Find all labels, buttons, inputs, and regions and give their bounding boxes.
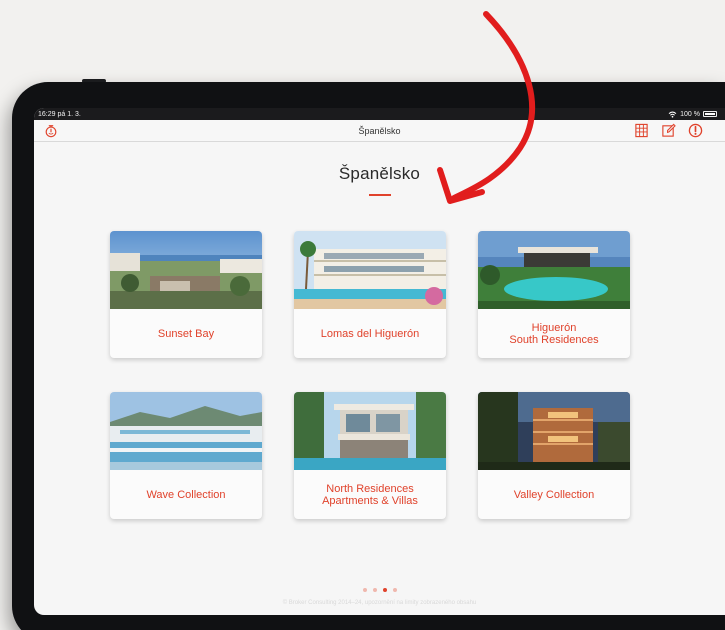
card-label: Wave Collection [146,488,226,501]
page-dot-active[interactable] [382,588,387,592]
card-image [294,392,446,470]
card-wave-collection[interactable]: Wave Collection [110,392,262,519]
card-label: Sunset Bay [157,327,215,340]
page-dot[interactable] [362,588,367,592]
grid-icon[interactable] [634,123,649,138]
card-image [478,231,630,309]
card-higueron-south-residences[interactable]: Higuerón South Residences [478,231,630,358]
card-image [110,392,262,470]
card-north-residences[interactable]: North Residences Apartments & Villas [294,392,446,519]
page-indicator[interactable] [34,588,725,592]
card-label: Valley Collection [513,488,595,501]
battery-label: 100 % [680,110,700,118]
title-underline [368,194,391,196]
wifi-icon [668,111,677,118]
card-lomas-del-higueron[interactable]: Lomas del Higuerón [294,231,446,358]
page-dot[interactable] [372,588,377,592]
page-title: Španělsko [338,164,421,183]
navigation-bar: Španělsko [34,120,725,142]
page-dot[interactable] [392,588,397,592]
footer-copyright[interactable]: © Broker Consulting 2014–24, upozornění … [34,600,725,606]
card-valley-collection[interactable]: Valley Collection [478,392,630,519]
battery-icon [703,111,717,117]
card-label: Higuerón South Residences [509,321,599,346]
status-time: 16:29 pá 1. 3. [38,110,81,118]
nav-title: Španělsko [358,125,401,136]
edit-icon[interactable] [661,123,676,138]
card-image [294,231,446,309]
card-image [110,231,262,309]
card-label: North Residences Apartments & Villas [322,482,418,507]
alert-icon[interactable] [688,123,703,138]
card-image [478,392,630,470]
card-label: Lomas del Higuerón [320,327,420,340]
card-sunset-bay[interactable]: Sunset Bay [110,231,262,358]
tablet-screen: 16:29 pá 1. 3. 100 % Španělsko Španělsko… [34,108,725,615]
status-bar: 16:29 pá 1. 3. 100 % [34,108,725,120]
